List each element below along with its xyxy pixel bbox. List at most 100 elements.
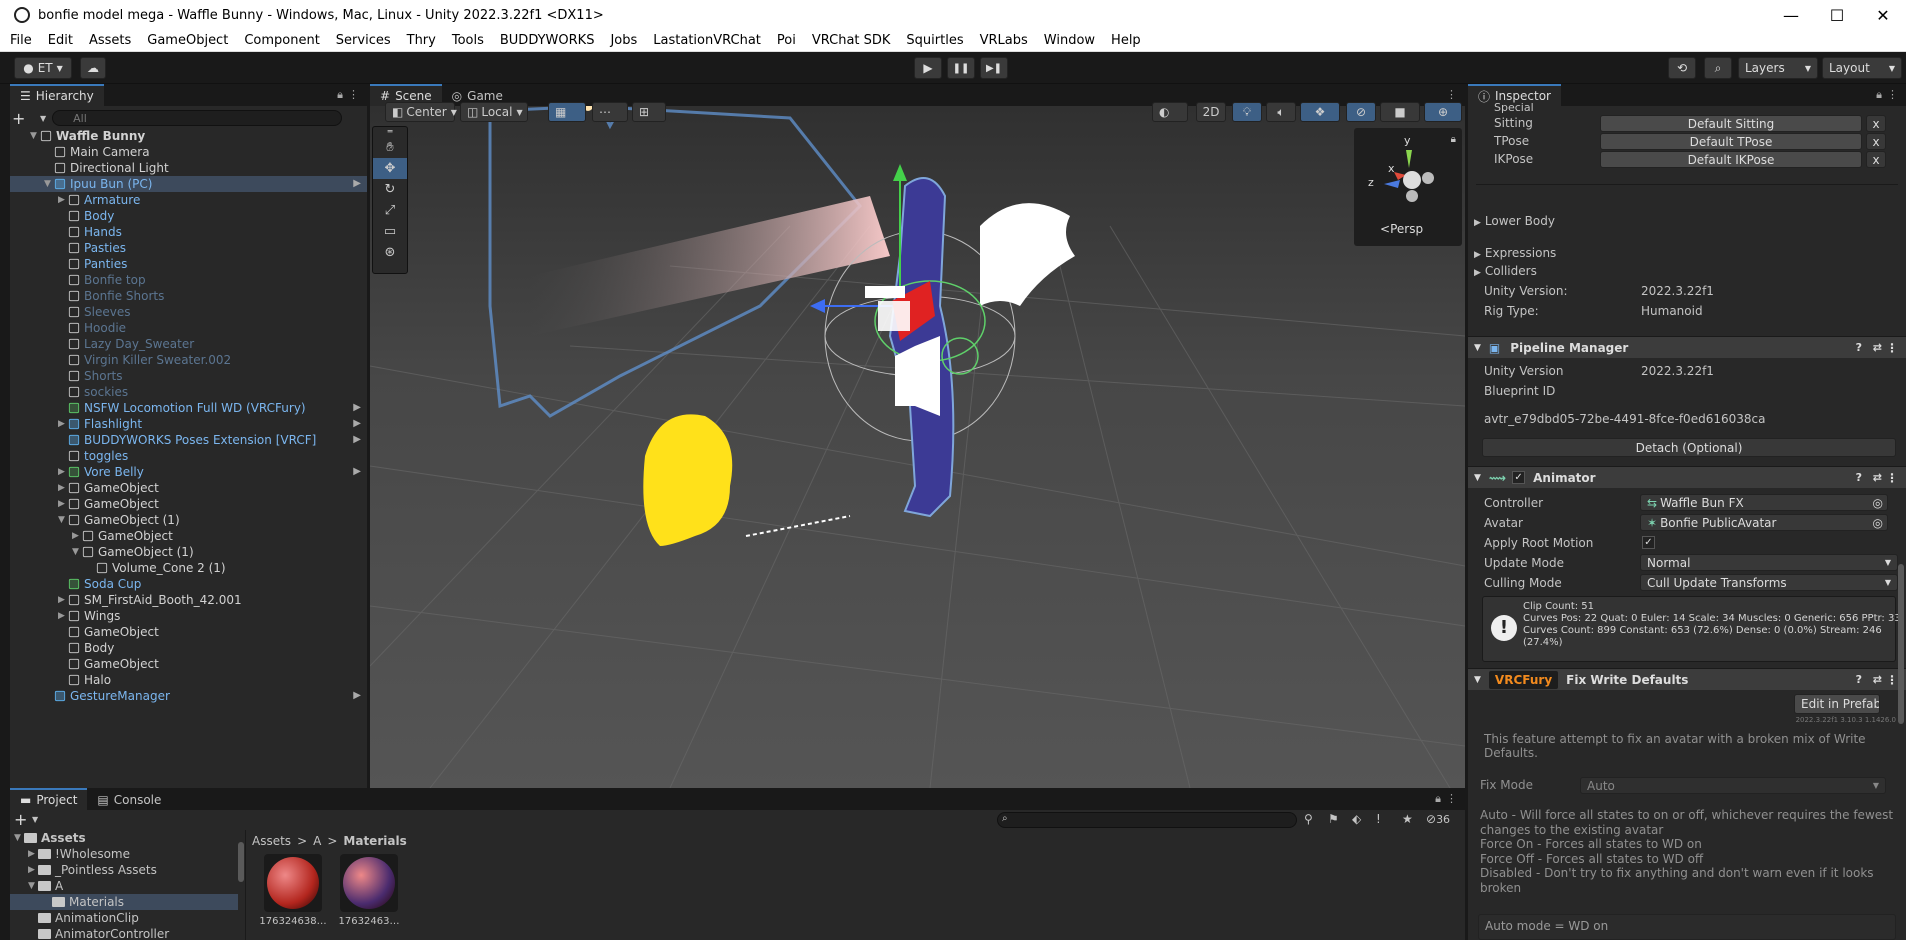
project-folder-row[interactable]: ▶ _Pointless Assets	[10, 862, 238, 878]
maximize-button[interactable]: ☐	[1814, 0, 1860, 30]
help-icon[interactable]: ?	[1856, 673, 1862, 686]
pose-clear-button[interactable]: x	[1866, 115, 1886, 132]
move-tool-icon[interactable]: ✥	[373, 158, 407, 179]
pose-clear-button[interactable]: x	[1866, 151, 1886, 168]
search-button[interactable]: ⌕	[1704, 57, 1732, 79]
chevron-right-icon[interactable]: ▶	[353, 176, 361, 192]
chevron-down-icon[interactable]: ▼	[28, 878, 38, 894]
chevron-right-icon[interactable]: ▶	[58, 416, 68, 432]
project-folder-row[interactable]: ▼ A	[10, 878, 238, 894]
fix-mode-dropdown[interactable]: Auto ▼	[1580, 777, 1886, 794]
hierarchy-search-input[interactable]	[52, 110, 343, 126]
hierarchy-row[interactable]: ▶ GameObject	[10, 496, 367, 512]
hierarchy-row[interactable]: ▶ GameObject	[10, 480, 367, 496]
chevron-down-icon[interactable]: ▼	[44, 176, 54, 192]
hierarchy-row[interactable]: ▶ Wings	[10, 608, 367, 624]
grid-snap-button[interactable]: ▦	[548, 102, 586, 122]
menu-item-lastationvrchat[interactable]: LastationVRChat	[653, 33, 761, 48]
hierarchy-row[interactable]: Shorts	[10, 368, 367, 384]
hierarchy-row[interactable]: Bonfie Shorts	[10, 288, 367, 304]
gizmos-dropdown[interactable]: ⊕	[1424, 102, 1462, 122]
kebab-menu-icon[interactable]: ⋮	[1886, 471, 1898, 485]
layout-dropdown[interactable]: Layout ▼	[1822, 57, 1902, 79]
audio-toggle[interactable]: 🔈︎	[1266, 102, 1296, 122]
camera-settings-dropdown[interactable]: ■	[1380, 102, 1420, 122]
project-folder-row[interactable]: AnimatorController	[10, 926, 238, 940]
menu-item-vrchat-sdk[interactable]: VRChat SDK	[812, 33, 891, 48]
add-button[interactable]: +	[12, 109, 40, 128]
foldout-lower-body[interactable]: ▶ Lower Body	[1474, 214, 1555, 228]
lighting-toggle[interactable]: 💡︎	[1232, 102, 1262, 122]
project-folder-row[interactable]: ▶ !Wholesome	[10, 846, 238, 862]
hierarchy-row[interactable]: ▶ Armature	[10, 192, 367, 208]
hierarchy-row[interactable]: Directional Light	[10, 160, 367, 176]
hierarchy-row[interactable]: ▶ Flashlight ▶	[10, 416, 367, 432]
history-button[interactable]: ⟲	[1668, 57, 1696, 79]
chevron-right-icon[interactable]: ▶	[353, 400, 361, 416]
culling-mode-dropdown[interactable]: Cull Update Transforms ▼	[1640, 574, 1898, 591]
hierarchy-row[interactable]: ▼ Waffle Bunny	[10, 128, 367, 144]
orientation-gizmo[interactable]: 🔒︎ y x z <Persp	[1354, 128, 1462, 246]
hierarchy-row[interactable]: Hands	[10, 224, 367, 240]
lock-icon[interactable]: 🔒︎	[1435, 792, 1441, 806]
chevron-right-icon[interactable]: ▶	[58, 592, 68, 608]
hierarchy-row[interactable]: BUDDYWORKS Poses Extension [VRCF] ▶	[10, 432, 367, 448]
menu-item-help[interactable]: Help	[1111, 33, 1141, 48]
chevron-right-icon[interactable]: ▶	[58, 480, 68, 496]
pose-field[interactable]: Default Sitting	[1600, 115, 1862, 132]
breadcrumb-item[interactable]: A	[313, 834, 321, 848]
hierarchy-row[interactable]: ▶ GameObject	[10, 528, 367, 544]
scale-tool-icon[interactable]: ⤢	[373, 200, 407, 221]
menu-item-window[interactable]: Window	[1044, 33, 1095, 48]
menu-item-jobs[interactable]: Jobs	[610, 33, 637, 48]
chevron-right-icon[interactable]: ▶	[353, 416, 361, 432]
hierarchy-row[interactable]: ▼ Ipuu Bun (PC) ▶	[10, 176, 367, 192]
chevron-down-icon[interactable]: ▼	[14, 830, 24, 846]
component-enabled-checkbox[interactable]: ✓	[1512, 471, 1526, 484]
kebab-menu-icon[interactable]: ⋮	[348, 88, 359, 101]
kebab-menu-icon[interactable]: ⋮	[1446, 88, 1457, 101]
menu-item-component[interactable]: Component	[244, 33, 319, 48]
menu-item-assets[interactable]: Assets	[89, 33, 131, 48]
foldout-colliders[interactable]: ▶ Colliders	[1474, 264, 1537, 278]
hand-tool-icon[interactable]: ✋︎	[373, 137, 407, 158]
project-folder-row[interactable]: ▼ Assets	[10, 830, 238, 846]
chevron-down-icon[interactable]: ▼	[72, 544, 82, 560]
hierarchy-row[interactable]: ▼ GameObject (1)	[10, 512, 367, 528]
lock-icon[interactable]: 🔒︎	[337, 88, 343, 102]
asset-item[interactable]: 176324638…	[259, 854, 327, 940]
kebab-menu-icon[interactable]: ⋮	[1446, 792, 1457, 805]
project-folder-row[interactable]: AnimationClip	[10, 910, 238, 926]
pause-button[interactable]: ❚❚	[947, 57, 975, 79]
hierarchy-row[interactable]: Body	[10, 640, 367, 656]
hierarchy-row[interactable]: toggles	[10, 448, 367, 464]
inspector-scrollbar[interactable]	[1898, 564, 1904, 724]
hierarchy-row[interactable]: Pasties	[10, 240, 367, 256]
scene-viewport[interactable]	[370, 106, 1465, 788]
hierarchy-row[interactable]: sockies	[10, 384, 367, 400]
menu-item-gameobject[interactable]: GameObject	[147, 33, 228, 48]
lock-icon[interactable]: 🔒︎	[1876, 88, 1882, 102]
hierarchy-row[interactable]: Bonfie top	[10, 272, 367, 288]
preset-icon[interactable]: ⇄	[1873, 471, 1882, 484]
vrcfury-header[interactable]: ▼ VRCFury Fix Write Defaults ? ⇄ ⋮	[1468, 668, 1906, 690]
transform-tool-icon[interactable]: ⊛	[373, 242, 407, 263]
help-icon[interactable]: ?	[1856, 471, 1862, 484]
chevron-right-icon[interactable]: ▶	[353, 464, 361, 480]
kebab-menu-icon[interactable]: ⋮	[1887, 88, 1898, 101]
menu-item-edit[interactable]: Edit	[48, 33, 73, 48]
hierarchy-row[interactable]: ▼ GameObject (1)	[10, 544, 367, 560]
animator-header[interactable]: ▼ ⟿ ✓ Animator ? ⇄ ⋮	[1468, 466, 1906, 488]
play-button[interactable]: ▶	[914, 57, 942, 79]
project-folder-row[interactable]: Materials	[10, 894, 238, 910]
update-mode-dropdown[interactable]: Normal ▼	[1640, 554, 1898, 571]
tab-project[interactable]: ▬ Project	[10, 788, 88, 810]
preset-icon[interactable]: ⇄	[1873, 341, 1882, 354]
hidden-packages-icon[interactable]: ⊘36	[1426, 812, 1450, 826]
tab-console[interactable]: ▤ Console	[87, 788, 171, 810]
search-by-label-icon[interactable]: ⚑	[1328, 812, 1339, 826]
chevron-down-icon[interactable]: ▼	[30, 128, 40, 144]
snap-increment-button[interactable]: ⋯	[592, 102, 628, 122]
rotate-tool-icon[interactable]: ↻	[373, 179, 407, 200]
menu-item-file[interactable]: File	[10, 33, 32, 48]
